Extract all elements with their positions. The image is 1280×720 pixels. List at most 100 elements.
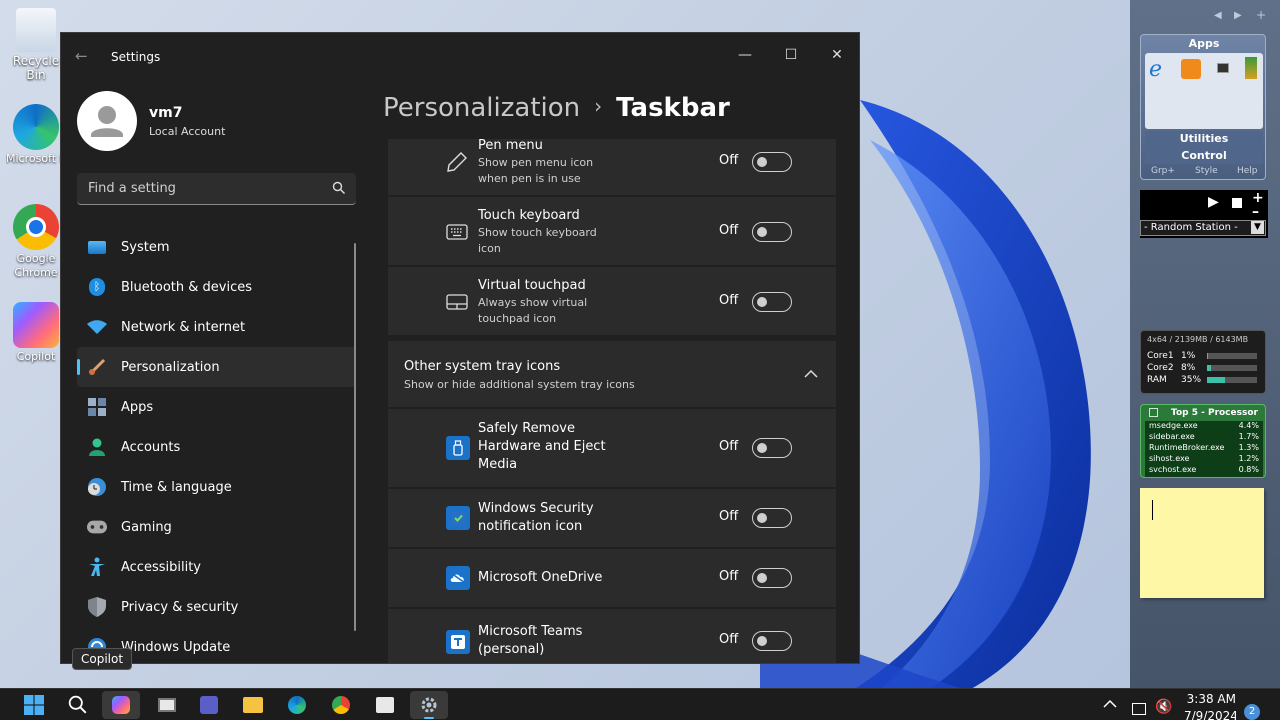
- network-icon[interactable]: [1132, 703, 1146, 715]
- setting-title: Microsoft Teams: [478, 624, 583, 639]
- process-name: sidebar.exe: [1149, 432, 1195, 441]
- nav-item-bluetooth[interactable]: ᛒ Bluetooth & devices: [77, 267, 356, 307]
- app-small-icon[interactable]: [1217, 63, 1229, 73]
- utilities-button[interactable]: Utilities: [1145, 131, 1263, 147]
- nav-item-time-language[interactable]: Time & language: [77, 467, 356, 507]
- sticky-note[interactable]: [1140, 488, 1264, 598]
- clock-date[interactable]: 7/9/2024: [1184, 709, 1236, 720]
- control-button[interactable]: Control: [1145, 148, 1263, 164]
- search-placeholder: Find a setting: [88, 181, 176, 196]
- volume-down-icon[interactable]: –: [1252, 204, 1259, 220]
- nav-item-personalization[interactable]: Personalization: [77, 347, 356, 387]
- store-icon[interactable]: [376, 697, 394, 713]
- process-value: 4.4%: [1238, 421, 1259, 430]
- close-button[interactable]: ✕: [825, 43, 849, 67]
- desktop-edge[interactable]: Microsoft Edge: [6, 104, 66, 166]
- style-button[interactable]: Style: [1195, 166, 1218, 176]
- toggle-state-label: Off: [719, 153, 739, 168]
- sidebar-add-icon[interactable]: +: [1256, 8, 1266, 22]
- file-explorer-icon[interactable]: [243, 697, 263, 713]
- process-value: 1.2%: [1238, 454, 1259, 463]
- nav-item-accounts[interactable]: Accounts: [77, 427, 356, 467]
- teams-icon[interactable]: [200, 696, 218, 714]
- desktop-chrome[interactable]: Google Chrome: [6, 204, 66, 280]
- breadcrumb-parent[interactable]: Personalization: [383, 93, 580, 123]
- volume-muted-icon[interactable]: 🔇: [1155, 699, 1172, 715]
- help-button[interactable]: Help: [1237, 166, 1258, 176]
- copilot-icon: [13, 302, 59, 348]
- cpu-label: Core2: [1147, 363, 1174, 373]
- chevron-down-icon[interactable]: ▼: [1251, 221, 1264, 234]
- station-select[interactable]: - Random Station - ▼: [1140, 220, 1266, 236]
- desktop-icon-label: Google Chrome: [14, 252, 58, 279]
- usb-eject-icon: [446, 436, 470, 460]
- stop-icon[interactable]: [1232, 198, 1242, 208]
- onedrive-toggle[interactable]: [752, 568, 792, 588]
- setting-row-teams: Microsoft Teams (personal) Off: [388, 609, 836, 663]
- process-value: 1.7%: [1238, 432, 1259, 441]
- setting-title: Hardware and Eject: [478, 439, 606, 454]
- toggle-state-label: Off: [719, 223, 739, 238]
- nav-item-privacy-security[interactable]: Privacy & security: [77, 587, 356, 627]
- trophy-icon[interactable]: [1245, 57, 1257, 79]
- search-icon[interactable]: [68, 695, 88, 715]
- task-view-icon[interactable]: [158, 698, 176, 712]
- touch-keyboard-toggle[interactable]: [752, 222, 792, 242]
- setting-row-windows-security: Windows Security notification icon Off: [388, 489, 836, 547]
- teams-toggle[interactable]: [752, 631, 792, 651]
- maximize-button[interactable]: ☐: [779, 43, 803, 67]
- safely-remove-toggle[interactable]: [752, 438, 792, 458]
- toggle-knob: [757, 513, 767, 523]
- copilot-taskbar-button[interactable]: [102, 691, 140, 719]
- chevron-up-icon[interactable]: [804, 369, 818, 378]
- media-player-icon[interactable]: [1181, 59, 1201, 79]
- edge-icon[interactable]: [288, 696, 306, 714]
- cpu-label: Core1: [1147, 351, 1174, 361]
- start-icon[interactable]: [24, 695, 44, 715]
- shield-icon: [87, 597, 107, 617]
- nav-label: Accounts: [121, 439, 181, 455]
- setting-title: Touch keyboard: [478, 208, 580, 223]
- active-indicator: [424, 717, 434, 719]
- settings-window: ← Settings — ☐ ✕ vm7 Local Account Find …: [60, 32, 860, 664]
- virtual-touchpad-toggle[interactable]: [752, 292, 792, 312]
- search-input[interactable]: Find a setting: [77, 173, 356, 205]
- nav-item-network[interactable]: Network & internet: [77, 307, 356, 347]
- cpu-header: 4x64 / 2139MB / 6143MB: [1147, 335, 1249, 344]
- toggle-state-label: Off: [719, 632, 739, 647]
- window-title: Settings: [111, 50, 161, 64]
- desktop-recycle-bin[interactable]: Recycle Bin: [6, 8, 66, 82]
- other-tray-icons-header[interactable]: Other system tray icons Show or hide add…: [388, 341, 836, 407]
- desktop-copilot[interactable]: Copilot: [6, 302, 66, 363]
- notification-badge[interactable]: 2: [1244, 704, 1260, 720]
- sidebar-next-icon[interactable]: ▶: [1234, 10, 1242, 21]
- cpu-bar: [1207, 365, 1257, 371]
- station-label: - Random Station -: [1144, 222, 1238, 233]
- gear-icon: [421, 697, 437, 713]
- chrome-icon[interactable]: [332, 696, 350, 714]
- minimize-button[interactable]: —: [733, 43, 757, 67]
- windows-security-toggle[interactable]: [752, 508, 792, 528]
- cpu-value: 1%: [1181, 351, 1196, 361]
- nav-item-accessibility[interactable]: Accessibility: [77, 547, 356, 587]
- avatar[interactable]: [77, 91, 137, 151]
- grp-button[interactable]: Grp+: [1151, 166, 1175, 176]
- nav-item-system[interactable]: System: [77, 227, 356, 267]
- back-button[interactable]: ←: [75, 47, 88, 65]
- settings-taskbar-button[interactable]: [410, 691, 448, 719]
- pen-menu-toggle[interactable]: [752, 152, 792, 172]
- chevron-up-icon[interactable]: [1103, 699, 1117, 708]
- setting-subtitle: Always show virtual: [478, 296, 588, 309]
- setting-subtitle: when pen is in use: [478, 172, 581, 185]
- cpu-bar: [1207, 353, 1257, 359]
- apps-launcher-gadget: Apps e Utilities Control Grp+ Style Help: [1140, 34, 1266, 180]
- brush-icon: [87, 357, 107, 377]
- clock-time[interactable]: 3:38 AM: [1184, 692, 1236, 706]
- ie-icon[interactable]: e: [1149, 57, 1162, 82]
- sidebar-prev-icon[interactable]: ◀: [1214, 10, 1222, 21]
- nav-item-apps[interactable]: Apps: [77, 387, 356, 427]
- nav-item-gaming[interactable]: Gaming: [77, 507, 356, 547]
- ram-value: 35%: [1181, 375, 1202, 385]
- play-icon[interactable]: ▶: [1208, 194, 1219, 210]
- nav-scrollbar[interactable]: [354, 243, 356, 631]
